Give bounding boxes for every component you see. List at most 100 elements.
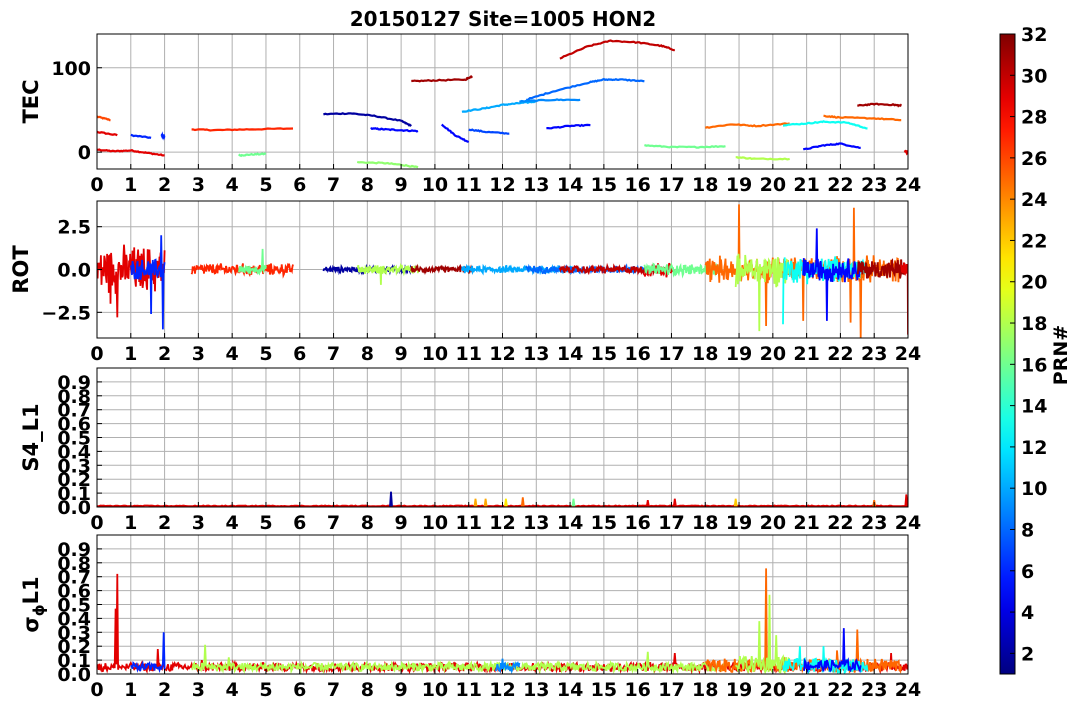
s4-spike: [904, 494, 908, 507]
x-tick-label: 7: [327, 343, 340, 365]
x-tick-label: 10: [422, 512, 448, 534]
grid: [96, 34, 909, 169]
colorbar-tick-label: 20: [1021, 272, 1047, 294]
rot-series-line: [238, 248, 267, 276]
colorbar-tick-label: 4: [1021, 602, 1034, 624]
y-tick-label: 0: [78, 142, 91, 164]
x-tick-label: 12: [489, 679, 515, 701]
y-tick-label: 100: [51, 58, 91, 80]
y-tick-label: 0.9: [57, 539, 91, 561]
x-tick-label: 22: [827, 343, 853, 365]
x-tick-label: 20: [760, 174, 786, 196]
y-axis-title-sub: ϕ: [30, 604, 48, 616]
x-tick-label: 0: [90, 679, 103, 701]
x-tick-label: 22: [827, 512, 853, 534]
x-tick-label: 1: [124, 512, 137, 534]
x-tick-label: 12: [489, 343, 515, 365]
y-tick-label: 0.9: [57, 372, 91, 394]
s4-spike: [389, 491, 393, 507]
x-tick-label: 18: [692, 512, 718, 534]
x-tick-label: 23: [861, 512, 887, 534]
tec-series-line: [440, 123, 470, 144]
x-tick-label: 14: [557, 679, 583, 701]
x-tick-label: 15: [591, 174, 617, 196]
x-tick-label: 23: [861, 174, 887, 196]
x-tick-label: 8: [361, 174, 374, 196]
tec-series-line: [857, 102, 903, 108]
x-tick-label: 21: [793, 679, 819, 701]
colorbar-tick-label: 32: [1021, 24, 1047, 46]
colorbar-bar: [999, 33, 1016, 675]
x-tick-label: 16: [624, 174, 650, 196]
x-tick-label: 24: [895, 679, 921, 701]
s4-spike: [571, 498, 576, 507]
x-tick-label: 6: [293, 512, 306, 534]
x-tick-label: 17: [658, 512, 684, 534]
x-tick-label: 21: [793, 174, 819, 196]
x-tick-label: 6: [293, 343, 306, 365]
colorbar-tick-label: 12: [1021, 437, 1047, 459]
tec-series-line: [130, 133, 152, 139]
x-tick-label: 7: [327, 512, 340, 534]
x-tick-label: 3: [192, 343, 205, 365]
x-tick-label: 18: [692, 174, 718, 196]
y-tick-label: −2.5: [41, 302, 91, 324]
x-tick-label: 8: [361, 343, 374, 365]
tec-series-line: [191, 127, 294, 132]
colorbar-tick-label: 18: [1021, 313, 1047, 335]
grid: [96, 368, 909, 508]
x-tick-label: 24: [895, 174, 921, 196]
x-tick-label: 4: [226, 174, 239, 196]
x-tick-label: 9: [395, 679, 408, 701]
tec-series-line: [823, 114, 902, 122]
panel-rot: 0 1 2 3 4 5 6 7 8 9 10 11 12 13 14 15 16 17 18 19 20 21 22 23 24…: [9, 200, 921, 365]
x-tick-label: 9: [395, 174, 408, 196]
panel-s4: 0 1 2 3 4 5 6 7 8 9 10 11 12 13 14 15 16 17 18 19 20 21 22 23 24…: [19, 367, 921, 534]
x-tick-label: 17: [658, 174, 684, 196]
y-axis-title: TEC: [19, 79, 43, 123]
x-tick-label: 21: [793, 343, 819, 365]
s4-spike: [733, 498, 738, 507]
x-tick-label: 2: [158, 679, 171, 701]
x-tick-label: 17: [658, 679, 684, 701]
x-tick-label: 23: [861, 679, 887, 701]
x-tick-label: 4: [226, 343, 239, 365]
colorbar-tick-label: 8: [1021, 519, 1034, 541]
s4-spike: [672, 498, 677, 507]
tec-series-line: [97, 115, 111, 122]
x-tick-label: 7: [327, 679, 340, 701]
x-tick-label: 1: [124, 343, 137, 365]
tec-series-line: [370, 127, 419, 133]
y-axis-title-suffix: L1: [19, 576, 43, 604]
x-tick-label: 11: [455, 679, 481, 701]
panel-sigma-phi: 0 1 2 3 4 5 6 7 8 9 10 11 12 13 14 15 16 17 18 19 20 21 22 23 24…: [19, 534, 921, 701]
x-tick-label: 20: [760, 512, 786, 534]
x-tick-label: 19: [726, 512, 752, 534]
tec-series-line: [519, 98, 581, 103]
colorbar-tick-label: 26: [1021, 148, 1047, 170]
tec-series-line: [238, 152, 267, 158]
x-tick-label: 19: [726, 679, 752, 701]
x-tick-label: 10: [422, 679, 448, 701]
x-tick-label: 7: [327, 174, 340, 196]
x-tick-label: 9: [395, 512, 408, 534]
x-tick-label: 2: [158, 512, 171, 534]
tec-series-line: [704, 122, 790, 129]
rot-series-line: [802, 228, 862, 321]
x-tick-label: 14: [557, 343, 583, 365]
s4-spike: [504, 498, 508, 507]
x-tick-label: 4: [226, 679, 239, 701]
x-tick-label: 17: [658, 343, 684, 365]
s4-spike: [473, 498, 478, 507]
x-tick-label: 6: [293, 174, 306, 196]
x-tick-label: 2: [158, 343, 171, 365]
colorbar-tick-label: 10: [1021, 478, 1047, 500]
tec-series-line: [526, 77, 645, 101]
panel-tec: 0 1 2 3 4 5 6 7 8 9 10 11 12 13 14 15 16 17 18 19 20 21 22 23 24…: [19, 33, 921, 196]
y-axis-title: σϕL1: [19, 576, 48, 632]
x-tick-label: 18: [692, 343, 718, 365]
colorbar-tick-label: 28: [1021, 107, 1047, 129]
y-axis-title-sigma: σ: [19, 616, 43, 632]
x-tick-label: 15: [591, 512, 617, 534]
x-tick-label: 23: [861, 343, 887, 365]
